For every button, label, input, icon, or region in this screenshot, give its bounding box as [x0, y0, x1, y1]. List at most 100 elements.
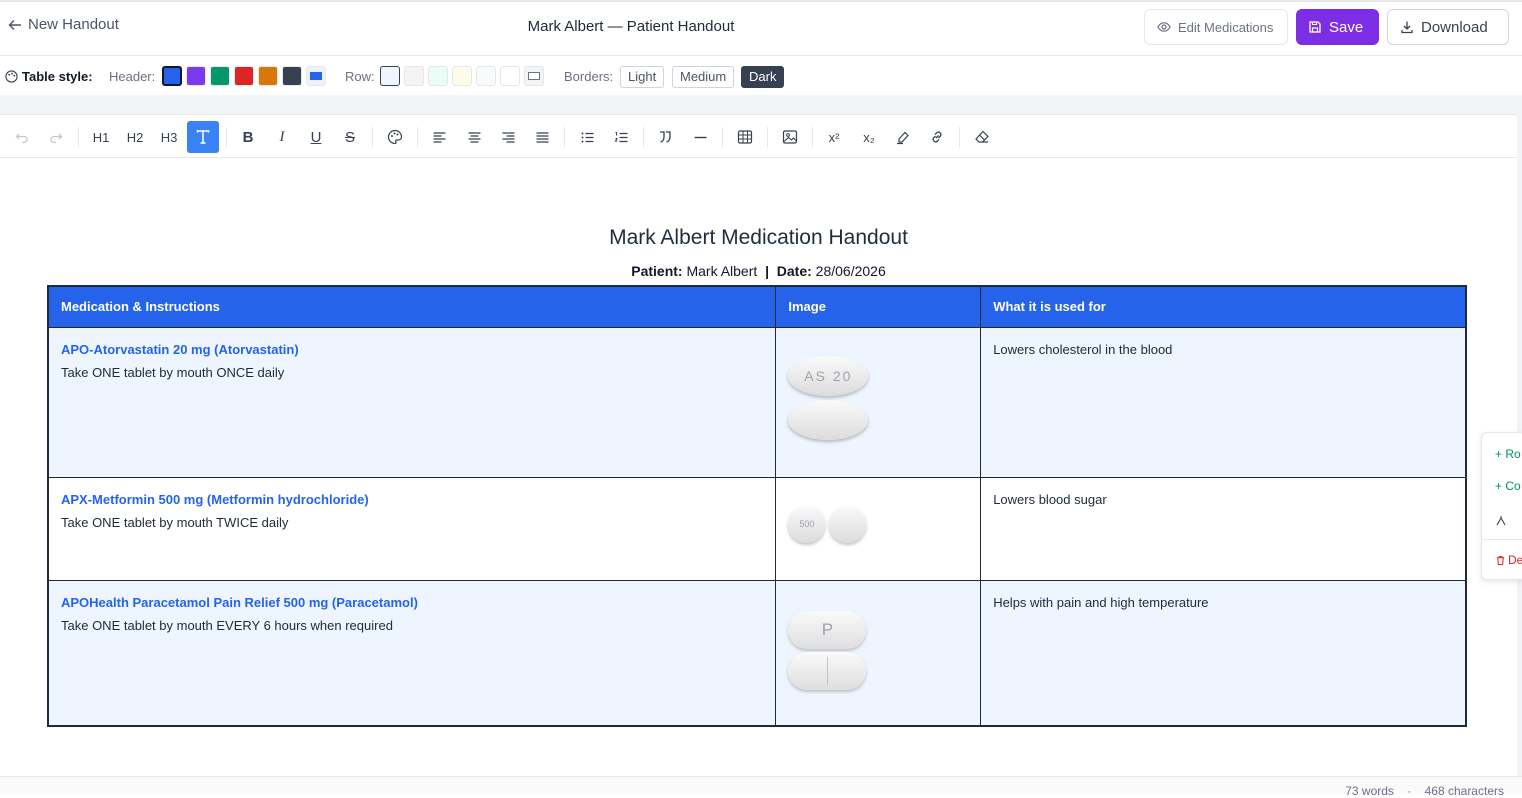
- borders-label: Borders:: [564, 68, 614, 84]
- heading-1-button[interactable]: H1: [85, 121, 117, 153]
- delete-table-button[interactable]: De: [1495, 553, 1522, 567]
- toolbar-divider: [417, 127, 418, 147]
- table-actions-menu: + Ro + Co De: [1481, 432, 1522, 580]
- paragraph-button[interactable]: [187, 121, 219, 153]
- clear-formatting-button[interactable]: [966, 121, 998, 153]
- edit-medications-button[interactable]: Edit Medications: [1144, 9, 1288, 45]
- bullet-list-button[interactable]: [571, 121, 603, 153]
- toolbar-divider: [372, 127, 373, 147]
- image-cell[interactable]: 500: [775, 477, 982, 581]
- date-value: 28/06/2026: [815, 263, 886, 279]
- ordered-list-button[interactable]: [605, 121, 637, 153]
- strikethrough-label: S: [344, 128, 355, 146]
- medication-instructions: Take ONE tablet by mouth EVERY 6 hours w…: [61, 617, 393, 633]
- align-right-button[interactable]: [492, 121, 524, 153]
- column-header[interactable]: Medication & Instructions: [48, 286, 777, 328]
- align-center-button[interactable]: [458, 121, 490, 153]
- add-column-button[interactable]: + Co: [1495, 479, 1522, 493]
- border-light-button[interactable]: Light: [620, 66, 665, 88]
- link-button[interactable]: [921, 121, 953, 153]
- strikethrough-button[interactable]: S: [334, 121, 366, 153]
- highlight-button[interactable]: [887, 121, 919, 153]
- insert-table-button[interactable]: [729, 121, 761, 153]
- text-color-button[interactable]: [379, 121, 411, 153]
- superscript-label: x²: [828, 129, 840, 145]
- medication-cell[interactable]: APX-Metformin 500 mg (Metformin hydrochl…: [48, 477, 777, 581]
- heading-2-label: H2: [126, 129, 144, 145]
- border-dark-button[interactable]: Dark: [741, 66, 785, 88]
- header-swatch-purple[interactable]: [186, 66, 206, 86]
- image-cell[interactable]: P: [775, 580, 982, 727]
- delete-label: De: [1508, 553, 1522, 567]
- heading-3-button[interactable]: H3: [153, 121, 185, 153]
- header-swatches: [162, 66, 326, 86]
- row-custom-color[interactable]: [524, 66, 544, 86]
- column-header[interactable]: Image: [775, 286, 982, 328]
- underline-label: U: [310, 128, 322, 146]
- align-right-icon: [502, 131, 514, 143]
- italic-button[interactable]: I: [266, 121, 298, 153]
- row-swatch-white[interactable]: [500, 66, 520, 86]
- insert-image-button[interactable]: [774, 121, 806, 153]
- patient-name: Mark Albert: [686, 263, 758, 279]
- redo-button[interactable]: [40, 121, 72, 153]
- toolbar-divider: [767, 127, 768, 147]
- subscript-button[interactable]: x₂: [853, 121, 885, 153]
- row-swatch-light[interactable]: [476, 66, 496, 86]
- heading-1-label: H1: [92, 129, 110, 145]
- pill-image-back: [829, 505, 867, 543]
- italic-label: I: [279, 128, 285, 145]
- underline-button[interactable]: U: [300, 121, 332, 153]
- toolbar-gap: [0, 95, 1522, 114]
- bold-button[interactable]: B: [232, 121, 264, 153]
- row-swatch-mint[interactable]: [428, 66, 448, 86]
- table-row: APO-Atorvastatin 20 mg (Atorvastatin) Ta…: [48, 327, 1467, 478]
- medication-cell[interactable]: APO-Atorvastatin 20 mg (Atorvastatin) Ta…: [48, 327, 777, 478]
- align-left-button[interactable]: [423, 121, 455, 153]
- header-swatch-slate[interactable]: [282, 66, 302, 86]
- pill-image-front: AS 20: [788, 355, 869, 396]
- header-swatch-orange[interactable]: [258, 66, 278, 86]
- download-button[interactable]: Download: [1387, 9, 1509, 45]
- redo-icon: [50, 133, 63, 144]
- subscript-label: x₂: [863, 129, 875, 145]
- heading-2-button[interactable]: H2: [119, 121, 151, 153]
- border-medium-button[interactable]: Medium: [672, 66, 735, 88]
- undo-button[interactable]: [6, 121, 38, 153]
- column-header[interactable]: What it is used for: [980, 286, 1467, 328]
- medication-cell[interactable]: APOHealth Paracetamol Pain Relief 500 mg…: [48, 580, 777, 727]
- save-button[interactable]: Save: [1296, 9, 1379, 45]
- medication-instructions: Take ONE tablet by mouth ONCE daily: [61, 364, 285, 380]
- header-custom-color[interactable]: [306, 66, 326, 86]
- date-label: Date:: [776, 263, 812, 279]
- add-row-button[interactable]: + Ro: [1495, 447, 1522, 461]
- use-cell[interactable]: Lowers cholesterol in the blood: [980, 327, 1467, 478]
- medication-table[interactable]: Medication & Instructions Image What it …: [47, 285, 1467, 727]
- ordered-list-icon: [614, 131, 627, 142]
- horizontal-rule-button[interactable]: [684, 121, 716, 153]
- edit-medications-label: Edit Medications: [1178, 19, 1274, 35]
- row-swatch-gray[interactable]: [404, 66, 424, 86]
- use-cell[interactable]: Helps with pain and high temperature: [980, 580, 1467, 727]
- table-row: APX-Metformin 500 mg (Metformin hydrochl…: [48, 477, 1467, 581]
- align-justify-button[interactable]: [526, 121, 558, 153]
- header-swatch-red[interactable]: [234, 66, 254, 86]
- custom-color-icon: [310, 72, 322, 80]
- horizontal-rule-icon: [694, 136, 706, 138]
- pill-image-front: 500: [788, 505, 826, 543]
- image-cell[interactable]: AS 20: [775, 327, 982, 478]
- row-swatch-blue[interactable]: [380, 66, 400, 86]
- toolbar-divider: [959, 127, 960, 147]
- row-swatch-cream[interactable]: [452, 66, 472, 86]
- eraser-icon: [975, 130, 989, 143]
- align-justify-icon: [536, 131, 548, 143]
- superscript-button[interactable]: x²: [818, 121, 850, 153]
- header-swatch-blue[interactable]: [162, 66, 182, 86]
- use-cell[interactable]: Lowers blood sugar: [980, 477, 1467, 581]
- medication-name: APX-Metformin 500 mg (Metformin hydrochl…: [61, 491, 369, 507]
- merge-cells-button[interactable]: [1495, 515, 1522, 530]
- blockquote-button[interactable]: [649, 121, 681, 153]
- editor-canvas[interactable]: Mark Albert Medication Handout Patient: …: [0, 158, 1517, 776]
- header-swatch-green[interactable]: [210, 66, 230, 86]
- score-line: [826, 656, 828, 685]
